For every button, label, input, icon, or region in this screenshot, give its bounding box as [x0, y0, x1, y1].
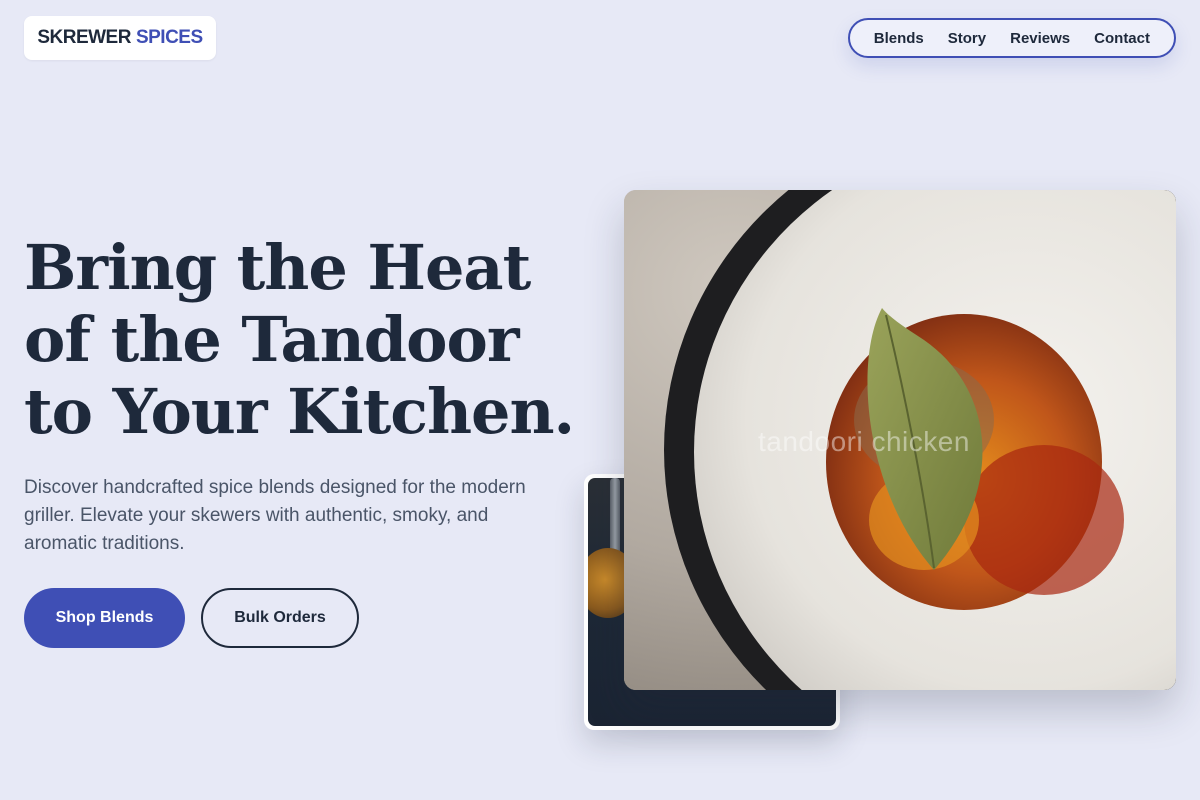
image-watermark: tandoori chicken	[758, 426, 970, 457]
main-nav: Blends Story Reviews Contact	[847, 18, 1176, 58]
hero-spice-bowl-image: tandoori chicken	[624, 190, 1176, 690]
hero-title-line: of the Tandoor	[24, 303, 520, 376]
chili-powder	[964, 445, 1124, 595]
nav-link-blends[interactable]: Blends	[874, 30, 924, 47]
nav-link-story[interactable]: Story	[948, 30, 986, 47]
hero-title-line: Bring the Heat	[24, 231, 531, 304]
logo-text-accent: SPICES	[135, 27, 203, 48]
hero-title-line: to Your Kitchen.	[24, 375, 575, 448]
logo-text-primary: SKREWER	[37, 27, 131, 48]
hero-subtitle: Discover handcrafted spice blends design…	[24, 477, 526, 554]
bulk-orders-button[interactable]: Bulk Orders	[201, 588, 359, 648]
spoon-handle	[610, 478, 620, 558]
nav-link-contact[interactable]: Contact	[1094, 30, 1150, 47]
hero-title: Bring the Heat of the Tandoor to Your Ki…	[24, 232, 584, 448]
shop-blends-button[interactable]: Shop Blends	[24, 588, 185, 648]
nav-link-reviews[interactable]: Reviews	[1010, 30, 1070, 47]
brand-logo[interactable]: SKREWER SPICES	[24, 16, 216, 60]
